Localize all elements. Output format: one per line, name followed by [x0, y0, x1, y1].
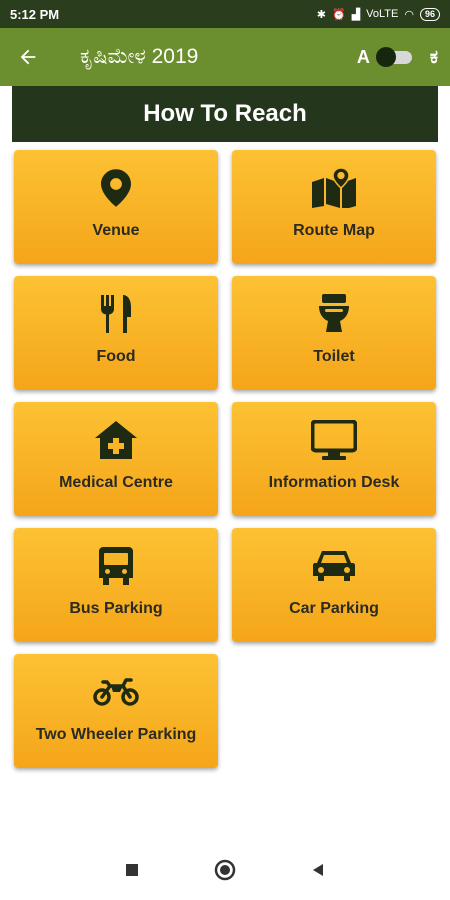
arrow-left-icon	[20, 49, 36, 65]
tile-car-parking[interactable]: Car Parking	[232, 528, 436, 642]
toilet-icon	[319, 294, 349, 332]
language-toggle[interactable]	[375, 46, 416, 68]
tile-food[interactable]: Food	[14, 276, 218, 390]
status-time: 5:12 PM	[10, 6, 60, 22]
toggle-thumb	[375, 47, 396, 67]
recents-icon[interactable]	[124, 862, 140, 878]
tile-route-map[interactable]: Route Map	[232, 150, 436, 264]
app-bar: ಕೃಷಿಮೇಳ 2019 A ಕ	[0, 28, 450, 86]
tile-bus-parking[interactable]: Bus Parking	[14, 528, 218, 642]
network-type: VoLTE	[366, 8, 399, 20]
bus-icon	[99, 547, 133, 585]
tile-toilet[interactable]: Toilet	[232, 276, 436, 390]
status-icons: ✱ ⏰ ▟ VoLTE ◠ 96	[316, 7, 440, 21]
tile-label: Car Parking	[289, 600, 379, 617]
tile-label: Medical Centre	[59, 474, 173, 491]
tile-medical-centre[interactable]: Medical Centre	[14, 402, 218, 516]
tile-label: Venue	[92, 222, 140, 239]
map-icon	[312, 168, 356, 208]
battery-icon: 96	[419, 7, 440, 21]
home-icon[interactable]	[214, 859, 236, 881]
tile-label: Two Wheeler Parking	[35, 726, 197, 743]
tile-label: Food	[96, 348, 136, 365]
tile-label: Bus Parking	[69, 600, 163, 617]
monitor-icon	[311, 420, 357, 460]
page-title: How To Reach	[12, 86, 438, 142]
hospital-icon	[95, 421, 137, 459]
signal-icon: ▟	[351, 8, 361, 21]
language-kannada-label: ಕ	[429, 46, 438, 67]
language-english-label: A	[356, 46, 370, 67]
tile-label: Route Map	[293, 222, 375, 239]
bluetooth-icon: ✱	[316, 8, 326, 21]
system-nav-bar	[0, 840, 450, 900]
tile-venue[interactable]: Venue	[14, 150, 218, 264]
status-bar: 5:12 PM ✱ ⏰ ▟ VoLTE ◠ 96	[0, 0, 450, 28]
alarm-icon: ⏰	[331, 8, 346, 21]
app-title: ಕೃಷಿಮೇಳ 2019	[80, 45, 199, 68]
car-icon	[313, 551, 355, 581]
fork-knife-icon	[101, 295, 131, 333]
tile-information-desk[interactable]: Information Desk	[232, 402, 436, 516]
tile-label: Information Desk	[268, 474, 400, 491]
wifi-icon: ◠	[404, 8, 414, 21]
back-button[interactable]	[0, 28, 56, 86]
location-pin-icon	[101, 169, 131, 207]
back-triangle-icon[interactable]	[310, 862, 326, 878]
motorcycle-icon	[93, 678, 139, 706]
tile-label: Toilet	[313, 348, 355, 365]
tile-two-wheeler-parking[interactable]: Two Wheeler Parking	[14, 654, 218, 768]
